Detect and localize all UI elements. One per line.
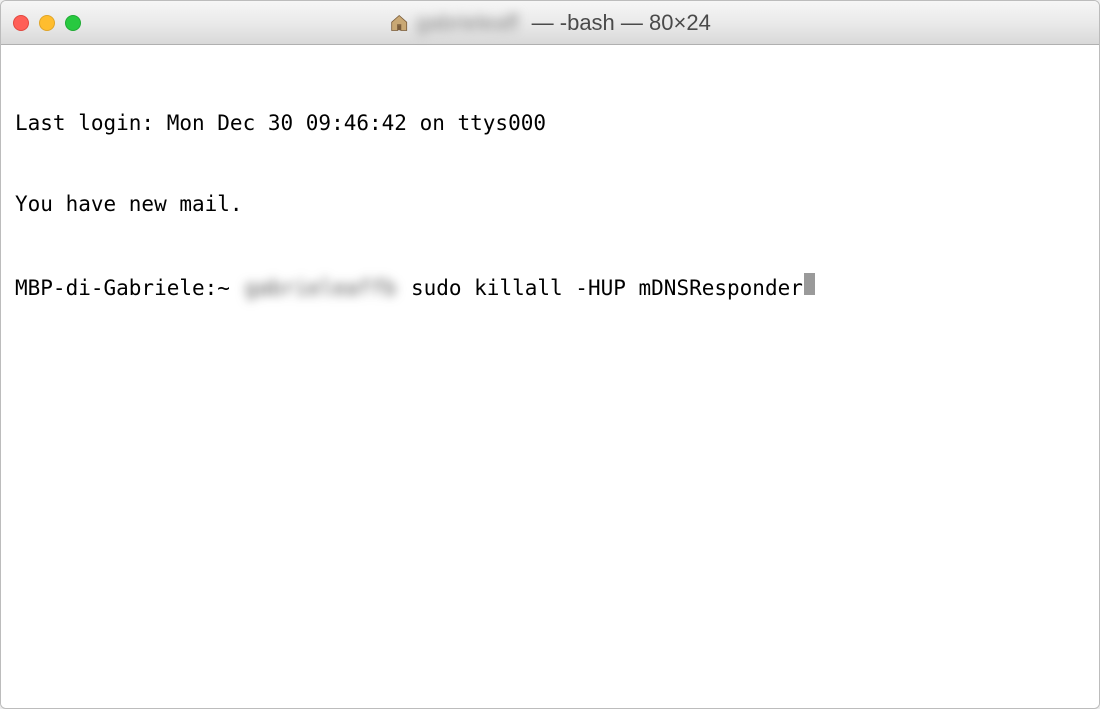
titlebar[interactable]: gabrieleaff — -bash — 80×24: [1, 1, 1099, 45]
terminal-prompt-line: MBP-di-Gabriele:~ gabrieleaffb sudo kill…: [15, 273, 1085, 302]
close-button[interactable]: [13, 15, 29, 31]
prompt-user: gabrieleaffb: [243, 275, 399, 302]
home-icon: [389, 13, 409, 33]
traffic-lights: [13, 15, 81, 31]
prompt-host: MBP-di-Gabriele:~: [15, 275, 243, 302]
window-title-user: gabrieleaff: [416, 10, 518, 36]
terminal-command: sudo killall -HUP mDNSResponder: [398, 275, 803, 302]
maximize-button[interactable]: [65, 15, 81, 31]
terminal-output-line: Last login: Mon Dec 30 09:46:42 on ttys0…: [15, 110, 1085, 137]
terminal-output-line: You have new mail.: [15, 191, 1085, 218]
window-title-suffix: — -bash — 80×24: [526, 10, 711, 36]
terminal-body[interactable]: Last login: Mon Dec 30 09:46:42 on ttys0…: [1, 45, 1099, 708]
terminal-window: gabrieleaff — -bash — 80×24 Last login: …: [0, 0, 1100, 709]
window-title: gabrieleaff — -bash — 80×24: [389, 10, 711, 36]
cursor: [804, 273, 815, 295]
minimize-button[interactable]: [39, 15, 55, 31]
